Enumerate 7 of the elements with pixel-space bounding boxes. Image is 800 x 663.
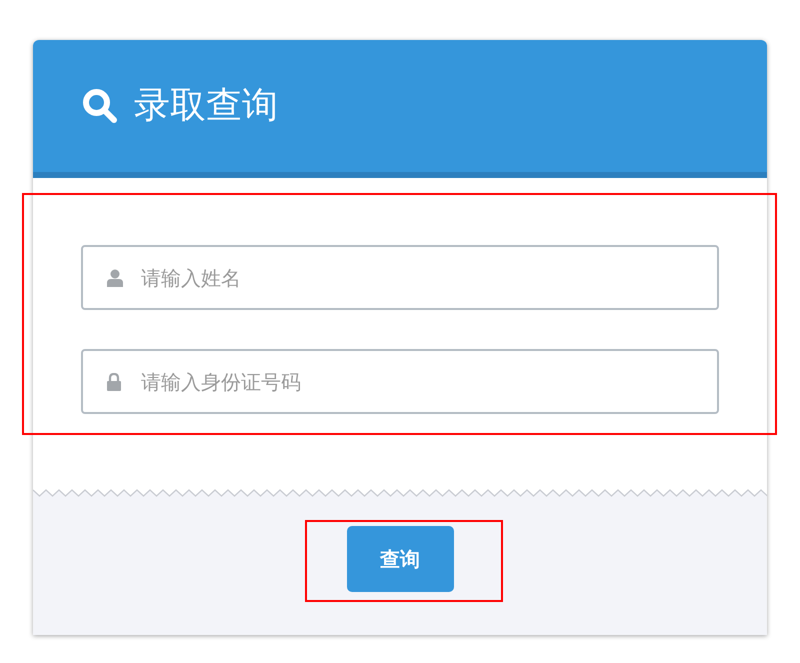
- name-input-field[interactable]: 请输入姓名: [81, 245, 719, 310]
- id-number-input-field[interactable]: 请输入身份证号码: [81, 349, 719, 414]
- search-icon: [82, 88, 118, 124]
- user-icon: [107, 268, 123, 286]
- card-title: 录取查询: [134, 84, 278, 128]
- query-button[interactable]: 查询: [346, 526, 454, 592]
- lock-icon: [107, 372, 121, 390]
